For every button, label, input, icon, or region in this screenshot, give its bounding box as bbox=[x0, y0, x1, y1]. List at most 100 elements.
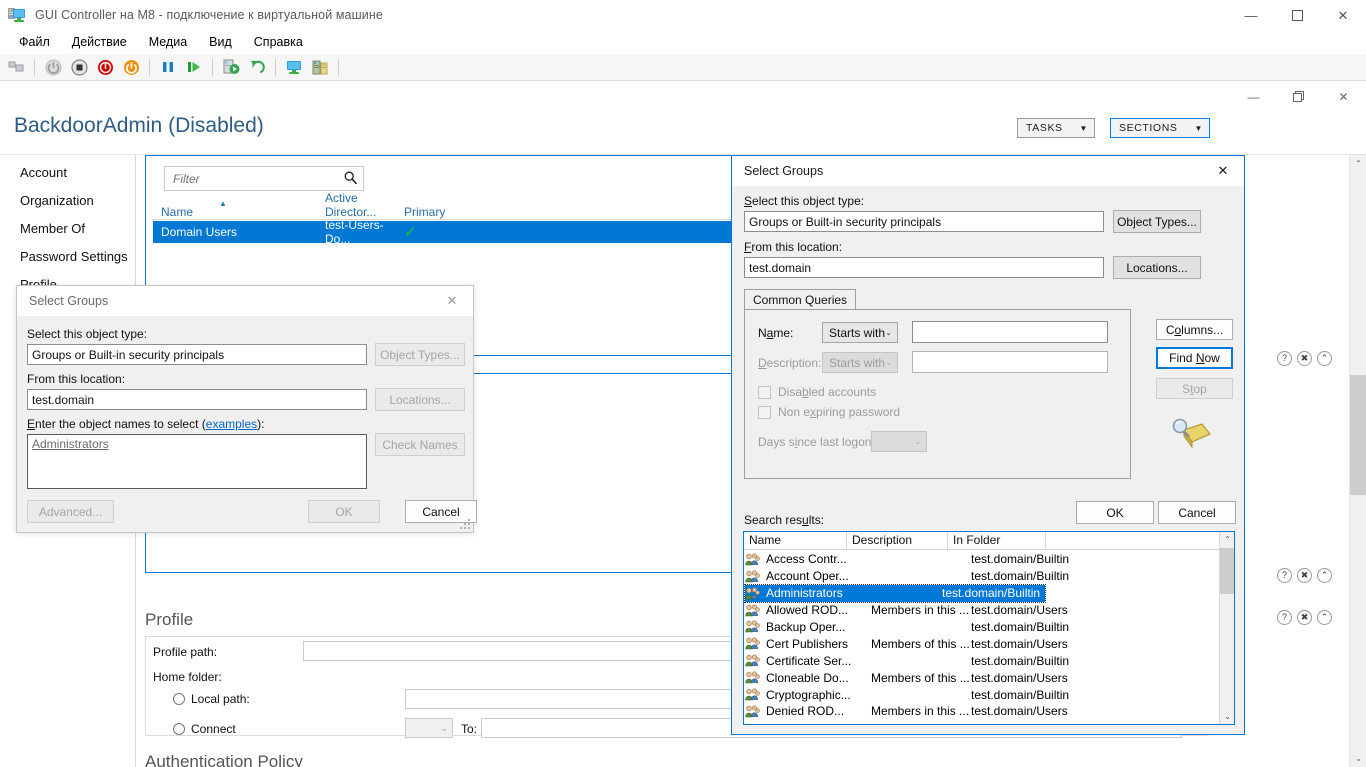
sidebar-item-account[interactable]: Account bbox=[0, 163, 135, 183]
member-of-section-controls: ? ✖ ⌃ bbox=[1277, 351, 1332, 366]
vm-close-button[interactable]: ✕ bbox=[1320, 0, 1366, 30]
vm-maximize-button[interactable] bbox=[1274, 0, 1320, 30]
scroll-up-arrow[interactable]: ⌃ bbox=[1350, 155, 1366, 172]
result-description: Members in this ... bbox=[871, 704, 970, 719]
thumbnail-icon[interactable] bbox=[4, 56, 28, 79]
sidebar-item-member-of[interactable]: Member Of bbox=[0, 219, 135, 239]
menu-action[interactable]: Действие bbox=[61, 32, 138, 52]
sort-ascending-icon: ▲ bbox=[219, 199, 227, 208]
stop-icon[interactable] bbox=[67, 56, 91, 79]
menu-media[interactable]: Медиа bbox=[138, 32, 198, 52]
collapse-section-icon[interactable]: ⌃ bbox=[1317, 568, 1332, 583]
menu-view[interactable]: Вид bbox=[198, 32, 243, 52]
result-row[interactable]: Administrators test.domain/Builtin bbox=[744, 583, 1046, 603]
member-of-filter[interactable] bbox=[164, 166, 364, 191]
columns-button[interactable]: Columns... bbox=[1156, 319, 1233, 340]
result-row[interactable]: Backup Oper... test.domain/Builtin bbox=[745, 619, 1205, 636]
result-row[interactable]: Cryptographic... test.domain/Builtin bbox=[745, 686, 1205, 703]
dialog-cancel-button[interactable]: Cancel bbox=[1158, 501, 1236, 524]
result-row[interactable]: Denied ROD... Members in this ... test.dom… bbox=[745, 703, 1205, 720]
search-results-list[interactable]: Name Description In Folder Access Contr.… bbox=[743, 531, 1235, 725]
adac-minimize-button[interactable]: — bbox=[1231, 81, 1276, 112]
results-scrollbar[interactable]: ⌃ ⌄ bbox=[1219, 532, 1234, 724]
help-icon[interactable]: ? bbox=[1277, 610, 1292, 625]
filter-input[interactable] bbox=[171, 170, 344, 187]
sidebar-item-password-settings[interactable]: Password Settings bbox=[0, 247, 135, 267]
column-name[interactable]: Name ▲ bbox=[153, 199, 317, 219]
menu-file[interactable]: Файл bbox=[8, 32, 61, 52]
examples-link[interactable]: examples bbox=[206, 417, 257, 431]
tasks-button-label: TASKS bbox=[1026, 122, 1063, 134]
connect-drive-select[interactable]: ⌄ bbox=[405, 718, 453, 738]
basic-session-icon[interactable] bbox=[308, 56, 332, 79]
result-row[interactable]: Account Oper... test.domain/Builtin bbox=[745, 568, 1205, 585]
power-icon[interactable] bbox=[119, 56, 143, 79]
object-type-input[interactable]: Groups or Built-in security principals bbox=[744, 211, 1104, 232]
pause-icon[interactable] bbox=[156, 56, 180, 79]
result-row[interactable]: Certificate Ser... test.domain/Builtin bbox=[745, 652, 1205, 669]
locations-button[interactable]: Locations... bbox=[1113, 256, 1201, 279]
result-name: Cert Publishers bbox=[766, 636, 849, 651]
result-row[interactable]: Allowed ROD... Members in this ... test.do… bbox=[745, 602, 1205, 619]
chevron-down-icon: ⌄ bbox=[914, 437, 921, 446]
enhanced-session-icon[interactable] bbox=[282, 56, 306, 79]
local-path-radio[interactable] bbox=[173, 693, 185, 705]
resume-icon[interactable] bbox=[182, 56, 206, 79]
adac-restore-button[interactable] bbox=[1276, 81, 1321, 112]
results-scroll-up-arrow[interactable]: ⌃ bbox=[1220, 532, 1234, 547]
content-scrollbar[interactable]: ⌃ ⌄ bbox=[1349, 155, 1366, 767]
location-input[interactable]: test.domain bbox=[744, 257, 1104, 278]
menu-help[interactable]: Справка bbox=[243, 32, 314, 52]
shutdown-icon[interactable] bbox=[41, 56, 65, 79]
result-row[interactable]: Cloneable Do... Members of this ... test.d… bbox=[745, 669, 1205, 686]
tab-common-queries[interactable]: Common Queries bbox=[744, 289, 857, 310]
results-column-name[interactable]: Name bbox=[744, 532, 847, 550]
checkpoint-icon[interactable] bbox=[219, 56, 243, 79]
result-name: Administrators bbox=[766, 586, 843, 601]
dialog-close-button[interactable]: ✕ bbox=[1202, 156, 1244, 186]
results-scroll-down-arrow[interactable]: ⌄ bbox=[1220, 709, 1234, 724]
object-type-input[interactable]: Groups or Built-in security principals bbox=[27, 344, 367, 365]
result-folder: test.domain/Builtin bbox=[941, 586, 1041, 601]
turn-off-icon[interactable] bbox=[93, 56, 117, 79]
close-section-icon[interactable]: ✖ bbox=[1297, 351, 1312, 366]
revert-icon[interactable] bbox=[245, 56, 269, 79]
name-value-input[interactable] bbox=[912, 321, 1108, 343]
resize-grip[interactable] bbox=[460, 519, 472, 531]
dialog-ok-button[interactable]: OK bbox=[1076, 501, 1154, 524]
location-input[interactable]: test.domain bbox=[27, 389, 367, 410]
collapse-section-icon[interactable]: ⌃ bbox=[1317, 610, 1332, 625]
close-section-icon[interactable]: ✖ bbox=[1297, 568, 1312, 583]
toolbar-separator bbox=[338, 58, 339, 76]
result-folder: test.domain/Users bbox=[971, 670, 1068, 685]
result-name: Denied ROD... bbox=[766, 704, 845, 719]
sections-button[interactable]: SECTIONS ▼ bbox=[1110, 118, 1210, 138]
help-icon[interactable]: ? bbox=[1277, 568, 1292, 583]
results-scrollbar-thumb[interactable] bbox=[1220, 548, 1234, 594]
object-types-button[interactable]: Object Types... bbox=[1113, 210, 1201, 233]
virtual-machine-icon bbox=[8, 7, 26, 23]
sidebar-item-organization[interactable]: Organization bbox=[0, 191, 135, 211]
vm-minimize-button[interactable]: — bbox=[1228, 0, 1274, 30]
disabled-accounts-checkbox bbox=[758, 386, 771, 399]
result-row[interactable]: Cert Publishers Members of this ... test.d… bbox=[745, 636, 1205, 653]
results-column-description[interactable]: Description bbox=[847, 532, 948, 550]
object-names-textarea[interactable]: Administrators bbox=[27, 434, 367, 489]
adac-close-button[interactable]: ✕ bbox=[1321, 81, 1366, 112]
help-icon[interactable]: ? bbox=[1277, 351, 1292, 366]
tasks-button[interactable]: TASKS ▼ bbox=[1017, 118, 1095, 138]
search-icon[interactable] bbox=[344, 171, 357, 187]
dialog-close-button[interactable]: ✕ bbox=[431, 286, 473, 316]
result-row[interactable]: Access Contr... test.domain/Builtin bbox=[745, 551, 1205, 568]
scroll-down-arrow[interactable]: ⌄ bbox=[1350, 750, 1366, 767]
close-section-icon[interactable]: ✖ bbox=[1297, 610, 1312, 625]
scrollbar-thumb[interactable] bbox=[1350, 375, 1366, 495]
object-types-button: Object Types... bbox=[375, 343, 465, 366]
collapse-section-icon[interactable]: ⌃ bbox=[1317, 351, 1332, 366]
name-operator-select[interactable]: Starts with ⌄ bbox=[822, 322, 898, 343]
column-primary[interactable]: Primary bbox=[396, 205, 456, 219]
find-now-button[interactable]: Find Now bbox=[1156, 347, 1233, 369]
connect-radio[interactable] bbox=[173, 723, 185, 735]
results-column-in-folder[interactable]: In Folder bbox=[948, 532, 1046, 550]
column-active-directory[interactable]: Active Director... bbox=[317, 191, 396, 219]
